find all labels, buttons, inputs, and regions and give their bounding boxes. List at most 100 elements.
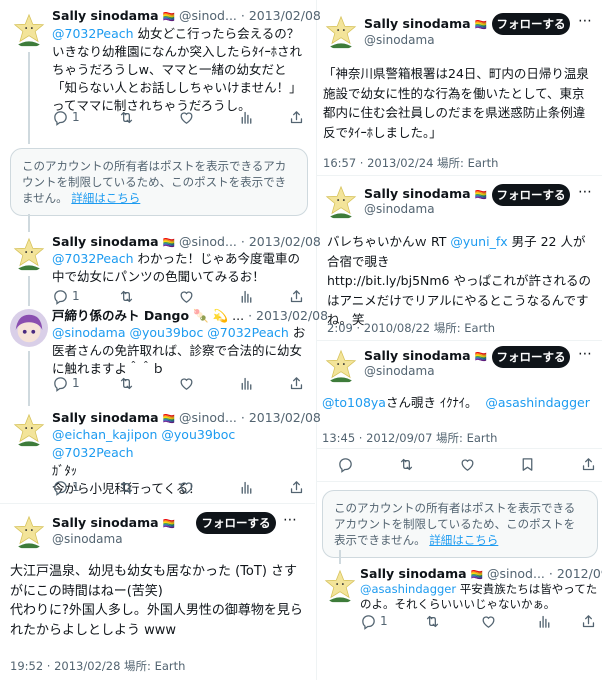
share-button[interactable] [288,479,305,496]
separator [317,481,602,482]
tweet-actions: 1 [52,108,308,126]
rainbow-flag-icon: 🏳️‍🌈 [474,352,487,363]
like-button[interactable] [178,288,238,305]
reply-button[interactable]: 1 [52,109,118,126]
avatar[interactable] [10,410,48,448]
follow-button[interactable]: フォローする [492,184,570,206]
share-button[interactable] [288,288,305,305]
mention-link[interactable]: @7032Peach [52,445,134,460]
like-button[interactable] [459,456,476,473]
avatar[interactable] [10,234,48,272]
mention-link[interactable]: @you39boc [129,325,203,340]
share-button[interactable] [580,456,597,473]
share-button[interactable] [288,109,305,126]
retweet-button[interactable] [398,456,415,473]
mention-link[interactable]: @sinodama [52,325,126,340]
views-button[interactable] [238,479,288,496]
author-name[interactable]: Sally sinodama [364,16,471,31]
retweet-button[interactable] [118,109,178,126]
learn-more-link[interactable]: 詳細はこちら [71,191,140,205]
author-meta[interactable]: @sinod... · 2013/02/08 [179,410,321,425]
retweet-button[interactable] [424,613,480,630]
author-name[interactable]: 戸締り係のみト Dango [52,308,189,323]
mention-link[interactable]: @you39boc [161,427,235,442]
reply-button[interactable]: 1 [52,288,118,305]
reply-button[interactable]: 1 [360,613,424,630]
tweet-timestamp[interactable]: 2:09 · 2010/08/22 場所: Earth [327,320,495,336]
more-icon[interactable]: ⋯ [283,512,297,528]
tweet-timestamp[interactable]: 13:45 · 2012/09/07 場所: Earth [322,430,497,446]
author-name[interactable]: Sally sinodama [52,410,159,425]
reply-icon [52,479,69,496]
author-name[interactable]: Sally sinodama [52,234,159,249]
bookmark-button[interactable] [519,456,536,473]
avatar[interactable] [10,309,48,347]
reply-button[interactable]: 1 [52,375,118,392]
retweet-button[interactable] [118,375,178,392]
views-button[interactable] [238,109,288,126]
restricted-notice: このアカウントの所有者はポストを表示できるアカウントを制限しているため、このポス… [10,148,308,216]
mention-link[interactable]: @asashindagger [485,395,589,410]
tweet-text: @7032Peach 幼女どこ行ったら会えるの？いきなり幼稚園になんか突入したら… [52,25,308,115]
like-button[interactable] [178,109,238,126]
restricted-notice: このアカウントの所有者はポストを表示できるアカウントを制限しているため、このポス… [322,490,598,558]
author-meta[interactable]: @sinod... · 2013/02/08 [179,8,321,23]
author-name[interactable]: Sally sinodama [52,8,159,23]
author-name[interactable]: Sally sinodama [364,186,471,201]
more-icon[interactable]: ⋯ [578,184,592,200]
views-button[interactable] [238,288,288,305]
share-icon [580,613,597,630]
tweet-header: 戸締り係のみト Dango 🍡 💫 ... · 2013/02/08 [52,308,328,324]
like-button[interactable] [178,375,238,392]
follow-button[interactable]: フォローする [492,13,570,35]
like-button[interactable] [178,479,238,496]
share-button[interactable] [288,375,305,392]
learn-more-link[interactable]: 詳細はこちら [429,533,498,547]
author-meta[interactable]: @sinod... · 2013/02/08 [179,234,321,249]
views-button[interactable] [238,375,288,392]
avatar[interactable] [10,10,48,48]
avatar[interactable] [322,346,360,384]
follow-button[interactable]: フォローする [492,346,570,368]
heart-icon [178,288,195,305]
retweet-button[interactable] [118,288,178,305]
author-handle[interactable]: @sinodama [364,33,435,48]
views-icon [238,288,255,305]
author-handle[interactable]: @sinodama [364,364,435,379]
avatar[interactable] [10,512,48,550]
retweet-button[interactable] [118,479,178,496]
avatar[interactable] [322,182,360,220]
mention-link[interactable]: @7032Peach [52,251,134,266]
author-name[interactable]: Sally sinodama [360,566,467,581]
like-button[interactable] [480,613,536,630]
mention-link[interactable]: @yuni_fx [450,234,507,249]
notice-text: このアカウントの所有者はポストを表示できるアカウントを制限しているため、このポス… [22,159,287,205]
tweet-text: @asashindagger 平安貴族たちは皆やってたのよ。それくらいいいじゃな… [360,582,598,612]
avatar[interactable] [321,566,359,604]
author-handle[interactable]: @sinodama [364,202,435,217]
mention-link[interactable]: @eichan_kajipon [52,427,157,442]
more-icon[interactable]: ⋯ [578,13,592,29]
tweet-timestamp[interactable]: 19:52 · 2013/02/28 場所: Earth [10,658,185,674]
views-icon [238,375,255,392]
avatar[interactable] [322,12,360,50]
author-name[interactable]: Sally sinodama [364,348,471,363]
rainbow-flag-icon: 🏳️‍🌈 [474,190,487,201]
mention-link[interactable]: @asashindagger [360,582,456,596]
mention-link[interactable]: @7032Peach [207,325,289,340]
tweet-header: Sally sinodama 🏳️‍🌈 [52,515,175,533]
mention-link[interactable]: @7032Peach [52,26,134,41]
author-handle[interactable]: @sinodama [52,532,123,547]
mention-link[interactable]: @to108ya [322,395,386,410]
follow-button[interactable]: フォローする [196,512,276,534]
more-icon[interactable]: ⋯ [578,346,592,362]
tweet-timestamp[interactable]: 16:57 · 2013/02/24 場所: Earth [323,155,498,171]
tweet-actions: 1 [52,478,308,496]
reply-button[interactable]: 1 [52,479,118,496]
share-button[interactable] [580,613,597,630]
reply-button[interactable] [337,456,354,473]
author-meta[interactable]: @sinod... · 2012/09/07 [487,566,602,581]
views-button[interactable] [536,613,580,630]
author-name[interactable]: Sally sinodama [52,515,159,530]
right-column: Sally sinodama 🏳️‍🌈 @sinodama フォローする ⋯ 「… [317,0,602,680]
